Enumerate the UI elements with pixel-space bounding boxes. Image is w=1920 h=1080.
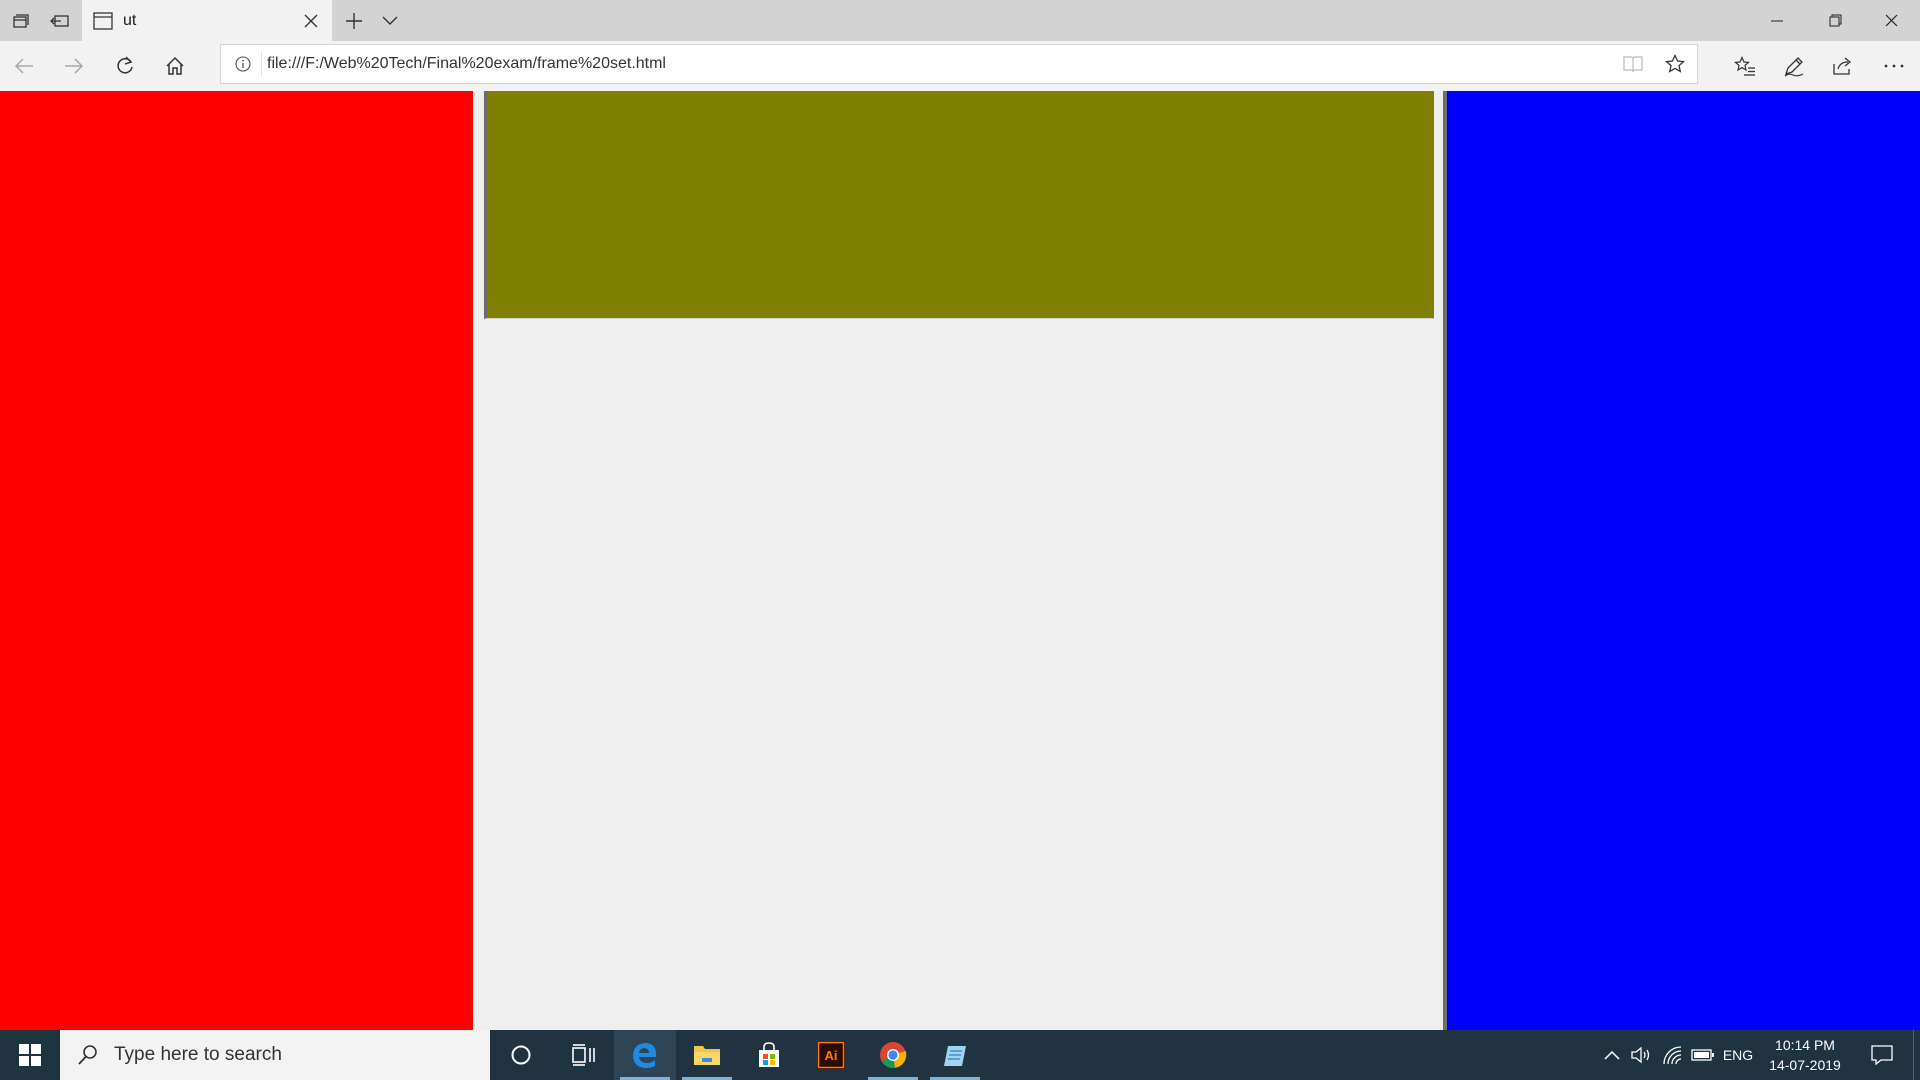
volume-button[interactable] <box>1626 1030 1656 1080</box>
minimize-icon <box>1771 20 1783 21</box>
notepad-icon <box>944 1046 966 1066</box>
share-icon <box>1833 57 1852 75</box>
cortana-button[interactable] <box>490 1030 552 1080</box>
arrow-left-icon <box>14 58 33 74</box>
network-button[interactable] <box>1658 1030 1688 1080</box>
address-url[interactable]: file:///F:/Web%20Tech/Final%20exam/frame… <box>267 45 666 83</box>
input-language[interactable]: ENG <box>1718 1030 1758 1080</box>
tab-close-button[interactable] <box>296 6 326 36</box>
tab-strip: ut <box>0 0 1920 41</box>
store-button[interactable] <box>738 1030 800 1080</box>
minimize-button[interactable] <box>1748 0 1806 41</box>
close-icon <box>1885 14 1897 27</box>
wifi-icon <box>1663 1046 1682 1065</box>
ellipsis-icon <box>1884 64 1904 68</box>
battery-icon <box>1691 1049 1714 1061</box>
tab-set-aside-button[interactable] <box>0 0 39 41</box>
cortana-icon <box>511 1045 531 1065</box>
favorite-button[interactable] <box>1655 45 1695 83</box>
arrow-right-icon <box>65 58 84 74</box>
navigation-bar: file:///F:/Web%20Tech/Final%20exam/frame… <box>0 41 1920 92</box>
share-button[interactable] <box>1822 46 1864 86</box>
top-frame <box>484 91 1434 319</box>
search-placeholder: Type here to search <box>114 1044 282 1065</box>
set-aside-icon <box>49 14 69 27</box>
new-tab-button[interactable] <box>338 0 370 41</box>
browser-tab[interactable]: ut <box>82 0 332 41</box>
plus-icon <box>346 12 362 29</box>
task-view-button[interactable] <box>552 1030 614 1080</box>
forward-button[interactable] <box>53 46 95 86</box>
task-view-icon <box>572 1044 595 1066</box>
address-bar[interactable]: file:///F:/Web%20Tech/Final%20exam/frame… <box>220 44 1698 84</box>
chevron-up-icon <box>1604 1050 1620 1060</box>
search-icon <box>78 1045 97 1065</box>
show-desktop-button[interactable] <box>1913 1030 1920 1080</box>
notepad-button[interactable] <box>924 1030 986 1080</box>
notification-icon <box>1871 1045 1893 1065</box>
tabs-aside-icon <box>12 13 29 28</box>
close-window-button[interactable] <box>1862 0 1920 41</box>
clock-date: 14-07-2019 <box>1769 1057 1841 1073</box>
file-explorer-icon <box>694 1046 720 1065</box>
store-icon <box>759 1042 779 1067</box>
tabs-set-aside-button[interactable] <box>40 0 79 41</box>
page-icon <box>92 10 114 32</box>
reading-view-icon <box>1623 56 1643 73</box>
edge-icon <box>633 1043 657 1068</box>
more-button[interactable] <box>1873 46 1915 86</box>
favorites-hub-button[interactable] <box>1724 46 1766 86</box>
svg-text:Ai: Ai <box>825 1048 838 1063</box>
tab-title: ut <box>123 11 137 29</box>
right-frame <box>1447 91 1920 1030</box>
edge-taskbar-button[interactable] <box>614 1030 676 1080</box>
home-button[interactable] <box>154 46 196 86</box>
battery-button[interactable] <box>1688 1030 1718 1080</box>
illustrator-button[interactable]: Ai <box>800 1030 862 1080</box>
left-frame <box>0 91 473 1030</box>
show-hidden-icons-button[interactable] <box>1598 1030 1626 1080</box>
speaker-icon <box>1631 1046 1650 1064</box>
illustrator-icon: Ai <box>817 1041 845 1069</box>
tab-preview-button[interactable] <box>374 0 406 41</box>
restore-icon <box>1829 14 1841 27</box>
frame-border-left[interactable] <box>473 91 483 1030</box>
taskbar: Type here to search Ai ENG 10:14 PM 14-0… <box>0 1030 1920 1080</box>
home-icon <box>166 56 184 75</box>
pen-icon <box>1784 57 1804 77</box>
windows-logo-icon <box>19 1044 41 1066</box>
clock[interactable]: 10:14 PM 14-07-2019 <box>1760 1030 1850 1080</box>
star-icon <box>1665 54 1685 73</box>
restore-button[interactable] <box>1806 0 1864 41</box>
clock-time: 10:14 PM <box>1775 1037 1835 1053</box>
info-icon[interactable] <box>233 54 253 74</box>
chrome-button[interactable] <box>862 1030 924 1080</box>
chevron-down-icon <box>382 16 398 25</box>
back-button[interactable] <box>3 46 45 86</box>
action-center-button[interactable] <box>1862 1030 1902 1080</box>
start-button[interactable] <box>0 1030 60 1080</box>
refresh-button[interactable] <box>104 46 146 86</box>
chrome-icon <box>880 1042 907 1068</box>
address-separator <box>261 51 262 77</box>
favorites-list-icon <box>1734 56 1755 76</box>
close-icon <box>304 14 318 27</box>
middle-frame <box>483 91 1443 1030</box>
reading-view-button[interactable] <box>1613 45 1653 83</box>
file-explorer-button[interactable] <box>676 1030 738 1080</box>
page-content <box>0 91 1920 1030</box>
refresh-icon <box>117 56 133 74</box>
taskbar-search-box[interactable]: Type here to search <box>60 1030 490 1080</box>
add-notes-button[interactable] <box>1773 46 1815 86</box>
